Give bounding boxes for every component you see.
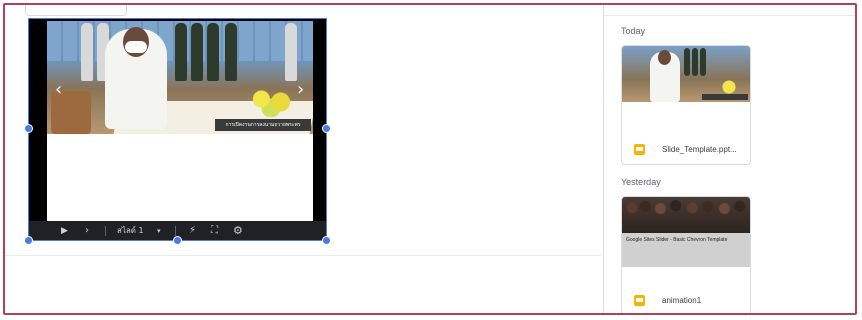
embedded-slides-player[interactable]: การเปิดงานการลงนามถวายพระพร ‹ › ▶ › สไลด… [29, 19, 327, 241]
resize-handle-right[interactable] [322, 124, 331, 133]
file-card[interactable]: Google Sites Slider - Basic Chevron Temp… [621, 196, 751, 313]
file-name: Slide_Template.ppt... [662, 145, 737, 154]
fullscreen-icon[interactable]: ⛶ [211, 221, 218, 241]
next-slide-arrow[interactable]: › [297, 81, 304, 99]
resize-handle-bottom[interactable] [173, 236, 182, 245]
file-card[interactable]: Slide_Template.ppt... [621, 45, 751, 165]
resize-handle-left[interactable] [24, 124, 33, 133]
slide-caption: การเปิดงานการลงนามถวายพระพร [215, 119, 311, 131]
flowers [247, 87, 295, 117]
file-thumbnail [622, 46, 750, 104]
prev-slide-arrow[interactable]: ‹ [55, 81, 62, 99]
slide-area: การเปิดงานการลงนามถวายพระพร ‹ › [47, 21, 313, 221]
resize-handle-bottom-right[interactable] [322, 236, 331, 245]
slide-photo: การเปิดงานการลงนามถวายพระพร ‹ › [47, 21, 313, 134]
file-thumbnail: Google Sites Slider - Basic Chevron Temp… [622, 197, 750, 267]
slides-file-icon [634, 295, 645, 306]
thumbnail-text: Google Sites Slider - Basic Chevron Temp… [626, 237, 728, 243]
laser-pointer-icon[interactable]: ⚡ [189, 221, 196, 241]
slide-selector[interactable]: สไลด์ 1 [117, 221, 144, 241]
top-tab[interactable] [25, 5, 127, 16]
section-heading-today: Today [621, 26, 646, 36]
canvas-divider [5, 255, 601, 256]
chevron-down-icon[interactable]: ▾ [157, 221, 161, 241]
next-icon[interactable]: › [85, 221, 89, 241]
resize-handle-bottom-left[interactable] [24, 236, 33, 245]
slides-file-icon [634, 144, 645, 155]
play-icon[interactable]: ▶ [61, 221, 68, 241]
file-picker-panel: Today Slide_Template.ppt... Yesterday Go… [603, 5, 855, 313]
gear-icon[interactable]: ⚙ [233, 221, 243, 241]
person-signing [105, 27, 167, 129]
window-frame: การเปิดงานการลงนามถวายพระพร ‹ › ▶ › สไลด… [3, 3, 857, 315]
section-heading-yesterday: Yesterday [621, 177, 661, 187]
file-name: animation1 [662, 296, 702, 305]
